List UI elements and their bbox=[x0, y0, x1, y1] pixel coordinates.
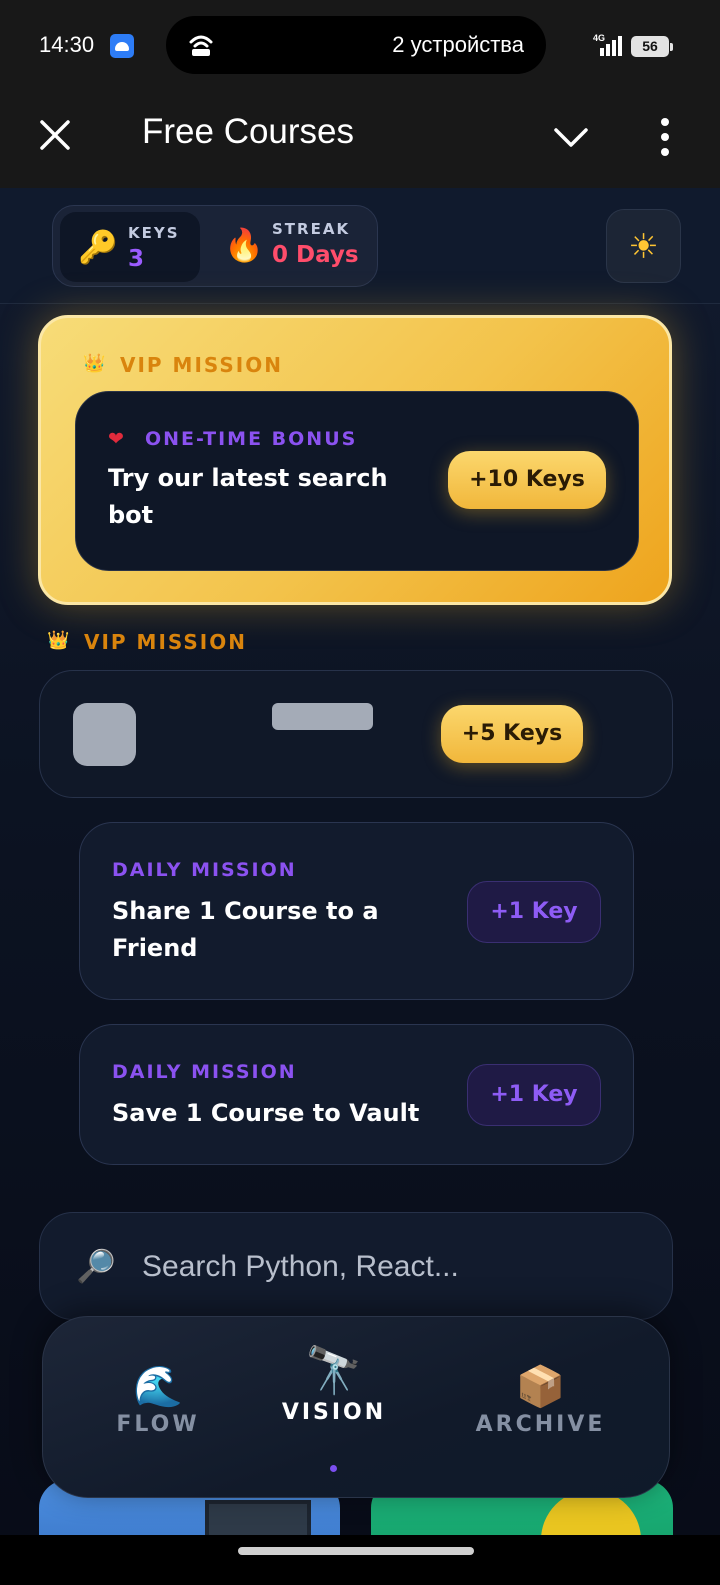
hotspot-devices-text: 2 устройства bbox=[392, 32, 524, 57]
claim-1-key-button[interactable]: +1 Key bbox=[467, 1064, 601, 1126]
wave-icon: 🌊 bbox=[133, 1364, 183, 1410]
heart-icon: ❤ bbox=[108, 428, 124, 450]
daily-mission-card[interactable]: DAILY MISSION Share 1 Course to a Friend… bbox=[79, 822, 634, 1000]
android-notification-icon bbox=[110, 34, 134, 58]
nav-tab-label: ARCHIVE bbox=[475, 1412, 606, 1437]
daily-mission-card[interactable]: DAILY MISSION Save 1 Course to Vault +1 … bbox=[79, 1024, 634, 1165]
claim-1-key-button[interactable]: +1 Key bbox=[467, 881, 601, 943]
hotspot-icon bbox=[189, 35, 213, 56]
nav-tab-flow[interactable]: 🌊 FLOW bbox=[103, 1363, 213, 1437]
daily-mission-text: Save 1 Course to Vault bbox=[112, 1099, 420, 1127]
daily-mission-tag: DAILY MISSION bbox=[112, 1061, 297, 1083]
skeleton-text bbox=[272, 703, 373, 730]
nav-tab-label: VISION bbox=[281, 1400, 387, 1425]
vip-mission-loading-card[interactable]: +5 Keys bbox=[39, 670, 673, 798]
status-bar: 14:30 2 устройства 4G 56 bbox=[0, 0, 720, 90]
crown-icon: 👑 bbox=[47, 630, 72, 651]
course-thumbnail bbox=[205, 1500, 311, 1535]
nav-tab-label: FLOW bbox=[116, 1412, 200, 1437]
sun-icon: ☀ bbox=[628, 227, 659, 267]
battery-icon: 56 bbox=[631, 36, 673, 57]
chevron-down-icon[interactable] bbox=[550, 116, 592, 158]
keys-label: KEYS bbox=[128, 224, 180, 242]
main-content[interactable]: 🔑 KEYS 3 🔥 STREAK 0 Days ☀ 👑 VIP MISSION… bbox=[0, 188, 720, 1535]
search-bar[interactable]: 🔎 bbox=[39, 1212, 673, 1320]
vip-mission-card: 👑 VIP MISSION ❤ ONE-TIME BONUS Try our l… bbox=[38, 315, 672, 605]
key-icon: 🔑 bbox=[78, 228, 118, 266]
vip-mission-label: VIP MISSION bbox=[120, 353, 283, 377]
nav-tab-vision[interactable]: 🔭 VISION bbox=[269, 1343, 399, 1425]
bonus-text: Try our latest search bot bbox=[108, 464, 388, 529]
theme-toggle-button[interactable]: ☀ bbox=[606, 209, 681, 283]
status-time: 14:30 bbox=[39, 32, 95, 57]
close-icon[interactable] bbox=[34, 114, 76, 156]
nav-tab-archive[interactable]: 📦 ARCHIVE bbox=[473, 1363, 608, 1437]
fire-icon: 🔥 bbox=[224, 226, 264, 264]
app-bar: Free Courses bbox=[0, 90, 720, 188]
telescope-icon: 🔭 bbox=[305, 1343, 363, 1397]
gesture-handle[interactable] bbox=[238, 1547, 474, 1555]
box-icon: 📦 bbox=[515, 1364, 566, 1410]
keys-stat: 🔑 KEYS 3 bbox=[60, 212, 200, 282]
one-time-bonus-card[interactable]: ❤ ONE-TIME BONUS Try our latest search b… bbox=[75, 391, 639, 571]
claim-5-keys-button[interactable]: +5 Keys bbox=[441, 705, 583, 763]
skeleton-thumbnail bbox=[73, 703, 136, 766]
signal-icon bbox=[600, 36, 622, 56]
search-input[interactable] bbox=[142, 1243, 642, 1291]
bonus-tag: ONE-TIME BONUS bbox=[145, 428, 358, 450]
page-title: Free Courses bbox=[142, 112, 355, 151]
search-icon: 🔎 bbox=[76, 1247, 116, 1285]
claim-10-keys-button[interactable]: +10 Keys bbox=[448, 451, 606, 509]
daily-mission-tag: DAILY MISSION bbox=[112, 859, 297, 881]
more-options-icon[interactable] bbox=[644, 114, 686, 160]
streak-label: STREAK bbox=[272, 220, 351, 238]
streak-value: 0 Days bbox=[272, 242, 359, 268]
crown-icon: 👑 bbox=[83, 353, 108, 374]
system-navigation-bar bbox=[0, 1535, 720, 1585]
active-tab-indicator bbox=[330, 1465, 337, 1472]
vip-mission-label: VIP MISSION bbox=[84, 630, 247, 654]
stats-strip: 🔑 KEYS 3 🔥 STREAK 0 Days ☀ bbox=[0, 188, 720, 304]
stats-panel: 🔑 KEYS 3 🔥 STREAK 0 Days bbox=[52, 205, 378, 287]
keys-value: 3 bbox=[128, 246, 145, 272]
bottom-navigation: 🌊 FLOW 🔭 VISION 📦 ARCHIVE bbox=[42, 1316, 670, 1498]
daily-mission-text: Share 1 Course to a Friend bbox=[112, 897, 379, 962]
